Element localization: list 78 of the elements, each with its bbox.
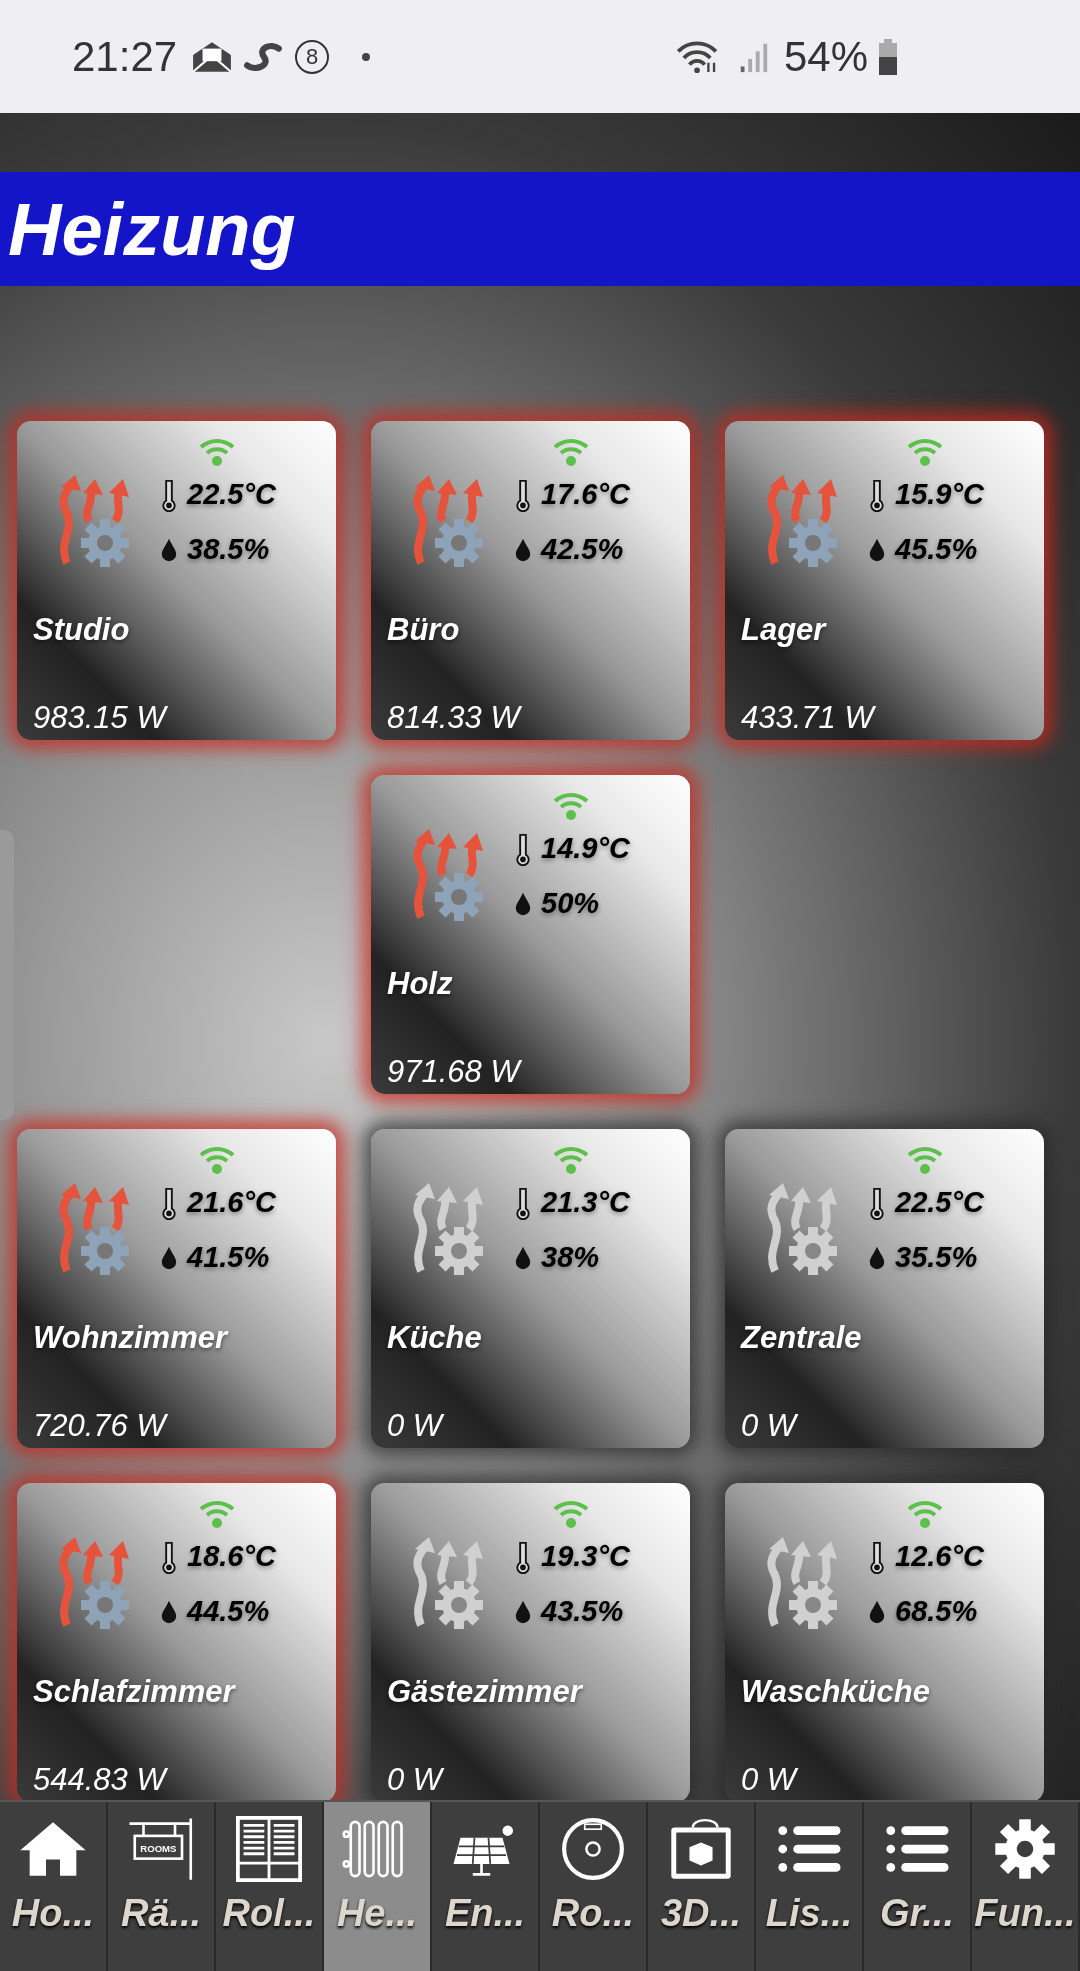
window-blinds-icon	[234, 1816, 304, 1882]
room-card[interactable]: 14.9°C 50% Holz 971.68 W	[371, 775, 690, 1094]
room-card[interactable]: 19.3°C 43.5% Gästezimmer 0 W	[371, 1483, 690, 1800]
battery-percent: 54%	[783, 32, 868, 81]
power-value: 0 W	[741, 1762, 797, 1798]
room-name: Wohnzimmer	[33, 1320, 228, 1356]
power-value: 0 W	[387, 1408, 443, 1444]
power-value: 814.33 W	[387, 700, 520, 736]
room-name: Holz	[387, 966, 453, 1002]
nav-tab[interactable]: En...	[432, 1802, 540, 1971]
power-value: 544.83 W	[33, 1762, 166, 1798]
room-name: Büro	[387, 612, 460, 648]
room-card[interactable]: 22.5°C 35.5% Zentrale 0 W	[725, 1129, 1044, 1448]
thermometer-icon	[869, 1185, 885, 1220]
room-name: Zentrale	[741, 1320, 862, 1356]
humidity-value: 45.5%	[895, 533, 978, 566]
dot-icon	[361, 51, 372, 62]
room-name: Studio	[33, 612, 130, 648]
room-card[interactable]: 17.6°C 42.5% Büro 814.33 W	[371, 421, 690, 740]
nav-tab[interactable]: Ho...	[0, 1802, 108, 1971]
room-card[interactable]: 21.6°C 41.5% Wohnzimmer 720.76 W	[17, 1129, 336, 1448]
room-name: Schlafzimmer	[33, 1674, 235, 1710]
power-value: 0 W	[387, 1762, 443, 1798]
humidity-value: 38.5%	[187, 533, 270, 566]
nav-tab[interactable]: Rol...	[216, 1802, 324, 1971]
thermometer-icon	[869, 1539, 885, 1574]
room-name: Gästezimmer	[387, 1674, 582, 1710]
nav-tab[interactable]: ROOMS Rä...	[108, 1802, 216, 1971]
temperature-value: 18.6°C	[187, 1540, 276, 1573]
room-name: Küche	[387, 1320, 482, 1356]
nav-tab[interactable]: Fun...	[972, 1802, 1080, 1971]
room-card[interactable]: 22.5°C 38.5% Studio 983.15 W	[17, 421, 336, 740]
thermometer-icon	[515, 1539, 531, 1574]
temperature-value: 21.6°C	[187, 1186, 276, 1219]
clock-time: 21:27	[72, 32, 178, 81]
thermometer-icon	[161, 1185, 177, 1220]
room-card[interactable]: 21.3°C 38% Küche 0 W	[371, 1129, 690, 1448]
humidity-value: 35.5%	[895, 1241, 978, 1274]
thermometer-icon	[515, 477, 531, 512]
humidity-value: 43.5%	[541, 1595, 624, 1628]
notification-badge: 8	[295, 39, 330, 74]
thermometer-icon	[515, 1185, 531, 1220]
thermometer-icon	[161, 477, 177, 512]
humidity-value: 42.5%	[541, 533, 624, 566]
battery-icon	[878, 38, 898, 75]
humidity-value: 38%	[541, 1241, 600, 1274]
temperature-value: 14.9°C	[541, 832, 630, 865]
temperature-value: 21.3°C	[541, 1186, 630, 1219]
temperature-value: 17.6°C	[541, 478, 630, 511]
drawer-handle[interactable]	[0, 830, 14, 1120]
power-value: 983.15 W	[33, 700, 166, 736]
nav-tab[interactable]: Lis...	[756, 1802, 864, 1971]
temperature-value: 19.3°C	[541, 1540, 630, 1573]
humidity-value: 41.5%	[187, 1241, 270, 1274]
page-title: Heizung	[7, 186, 296, 272]
power-value: 971.68 W	[387, 1054, 520, 1090]
thermometer-icon	[869, 477, 885, 512]
room-card[interactable]: 15.9°C 45.5% Lager 433.71 W	[725, 421, 1044, 740]
humidity-value: 50%	[541, 887, 600, 920]
nav-tab[interactable]: Gr...	[864, 1802, 972, 1971]
power-value: 0 W	[741, 1408, 797, 1444]
temperature-value: 22.5°C	[895, 1186, 984, 1219]
thermometer-icon	[515, 831, 531, 866]
humidity-value: 68.5%	[895, 1595, 978, 1628]
power-value: 720.76 W	[33, 1408, 166, 1444]
temperature-value: 12.6°C	[895, 1540, 984, 1573]
room-name: Lager	[741, 612, 826, 648]
nav-tab[interactable]: 3D...	[648, 1802, 756, 1971]
nav-tab[interactable]: Ro...	[540, 1802, 648, 1971]
sign-text: ROOMS	[140, 1842, 177, 1854]
room-name: Waschküche	[741, 1674, 930, 1710]
room-card[interactable]: 12.6°C 68.5% Waschküche 0 W	[725, 1483, 1044, 1800]
thermometer-icon	[161, 1539, 177, 1574]
room-card[interactable]: 18.6°C 44.5% Schlafzimmer 544.83 W	[17, 1483, 336, 1800]
temperature-value: 22.5°C	[187, 478, 276, 511]
temperature-value: 15.9°C	[895, 478, 984, 511]
power-value: 433.71 W	[741, 700, 874, 736]
humidity-value: 44.5%	[187, 1595, 270, 1628]
